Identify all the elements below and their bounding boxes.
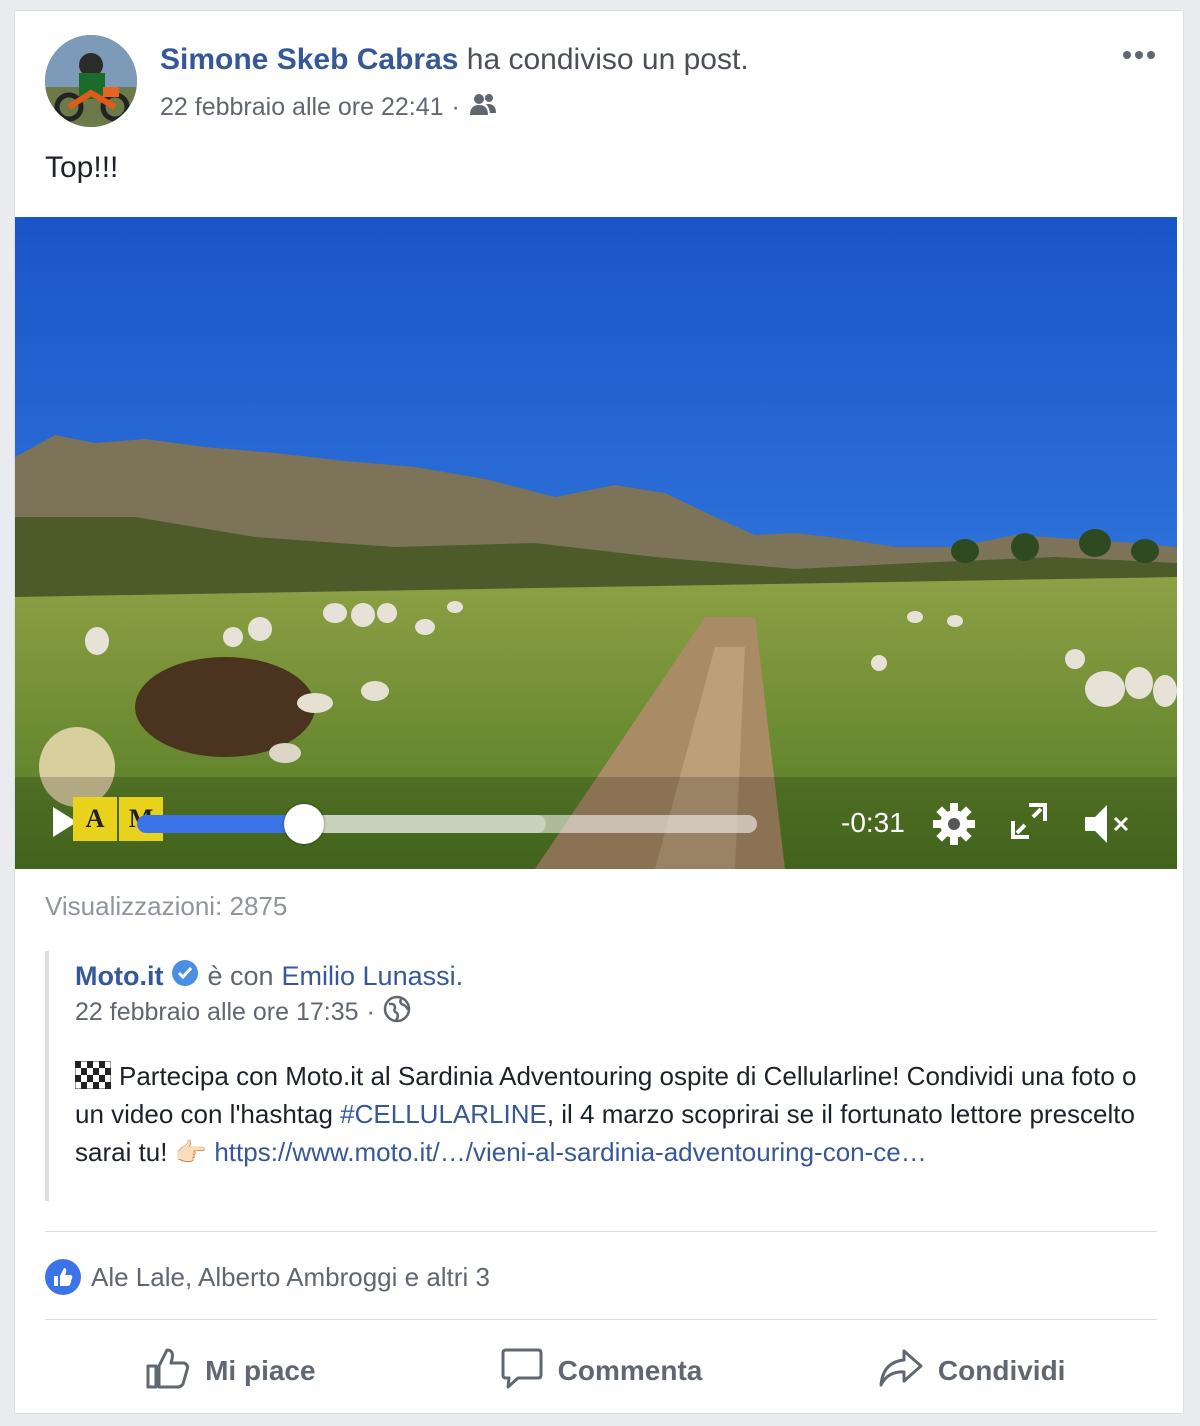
settings-icon[interactable] <box>931 801 977 852</box>
comment-label: Commenta <box>557 1355 703 1386</box>
logo-letter: A <box>73 797 117 841</box>
like-button[interactable]: Mi piace <box>45 1331 416 1411</box>
time-remaining: -0:31 <box>841 807 905 838</box>
checkered-flag-icon <box>74 1060 112 1090</box>
video-controls: A M -0:31 <box>15 787 1177 857</box>
friends-icon[interactable] <box>468 91 498 124</box>
reactions-summary[interactable]: Ale Lale, Alberto Ambroggi e altri 3 <box>45 1259 490 1295</box>
post-header: Simone Skeb Cabras ha condiviso un post. <box>160 43 749 77</box>
shared-post-header: Moto.it è con Emilio Lunassi. <box>75 959 463 994</box>
like-reaction-icon <box>45 1259 81 1295</box>
video-progress-bar[interactable] <box>137 804 757 844</box>
more-options-icon[interactable] <box>1119 43 1159 67</box>
post-timestamp[interactable]: 22 febbraio alle ore 22:41 <box>160 93 444 122</box>
shared-post: Moto.it è con Emilio Lunassi. 22 febbrai… <box>45 951 1159 1201</box>
progress-handle[interactable] <box>284 804 325 844</box>
pointing-hand-emoji: 👉🏻 <box>174 1137 208 1167</box>
with-label: è con <box>207 961 274 991</box>
share-icon <box>878 1348 924 1395</box>
article-link[interactable]: https://www.moto.it/…/vieni-al-sardinia-… <box>214 1137 926 1167</box>
avatar[interactable] <box>45 35 137 127</box>
fullscreen-icon[interactable] <box>1009 801 1049 846</box>
post-meta: 22 febbraio alle ore 22:41 · <box>160 91 498 124</box>
verified-badge-icon <box>171 959 199 994</box>
shared-post-meta: 22 febbraio alle ore 17:35 · <box>75 995 411 1030</box>
meta-separator: · <box>451 93 460 121</box>
video-frame <box>15 217 1177 869</box>
comment-button[interactable]: Commenta <box>416 1331 787 1411</box>
author-name[interactable]: Simone Skeb Cabras <box>160 43 458 76</box>
share-label: Condividi <box>937 1355 1066 1386</box>
muted-icon[interactable] <box>1081 801 1133 852</box>
divider <box>45 1231 1157 1232</box>
thumbs-up-icon <box>145 1346 191 1397</box>
view-count: Visualizzazioni: 2875 <box>45 891 288 921</box>
comment-icon <box>500 1346 544 1397</box>
post-card: Simone Skeb Cabras ha condiviso un post.… <box>14 10 1184 1414</box>
globe-icon[interactable] <box>383 995 411 1030</box>
share-button[interactable]: Condividi <box>786 1331 1157 1411</box>
action-bar: Mi piace Commenta Condividi <box>45 1331 1157 1411</box>
reactions-text[interactable]: Ale Lale, Alberto Ambroggi e altri 3 <box>91 1262 490 1293</box>
shared-post-timestamp[interactable]: 22 febbraio alle ore 17:35 <box>75 998 359 1027</box>
like-label: Mi piace <box>205 1355 316 1386</box>
meta-separator: · <box>366 998 375 1026</box>
shared-post-text: Partecipa con Moto.it al Sardinia Advent… <box>74 1057 1165 1171</box>
video-player[interactable]: A M -0:31 <box>15 217 1177 869</box>
post-text: Top!!! <box>45 151 119 184</box>
tagged-person[interactable]: Emilio Lunassi. <box>282 961 464 992</box>
progress-fill <box>137 815 305 833</box>
divider <box>45 1319 1157 1320</box>
page-name[interactable]: Moto.it <box>75 961 163 992</box>
shared-label: ha condiviso un post. <box>466 43 749 76</box>
hashtag-link[interactable]: #CELLULARLINE <box>340 1099 547 1129</box>
